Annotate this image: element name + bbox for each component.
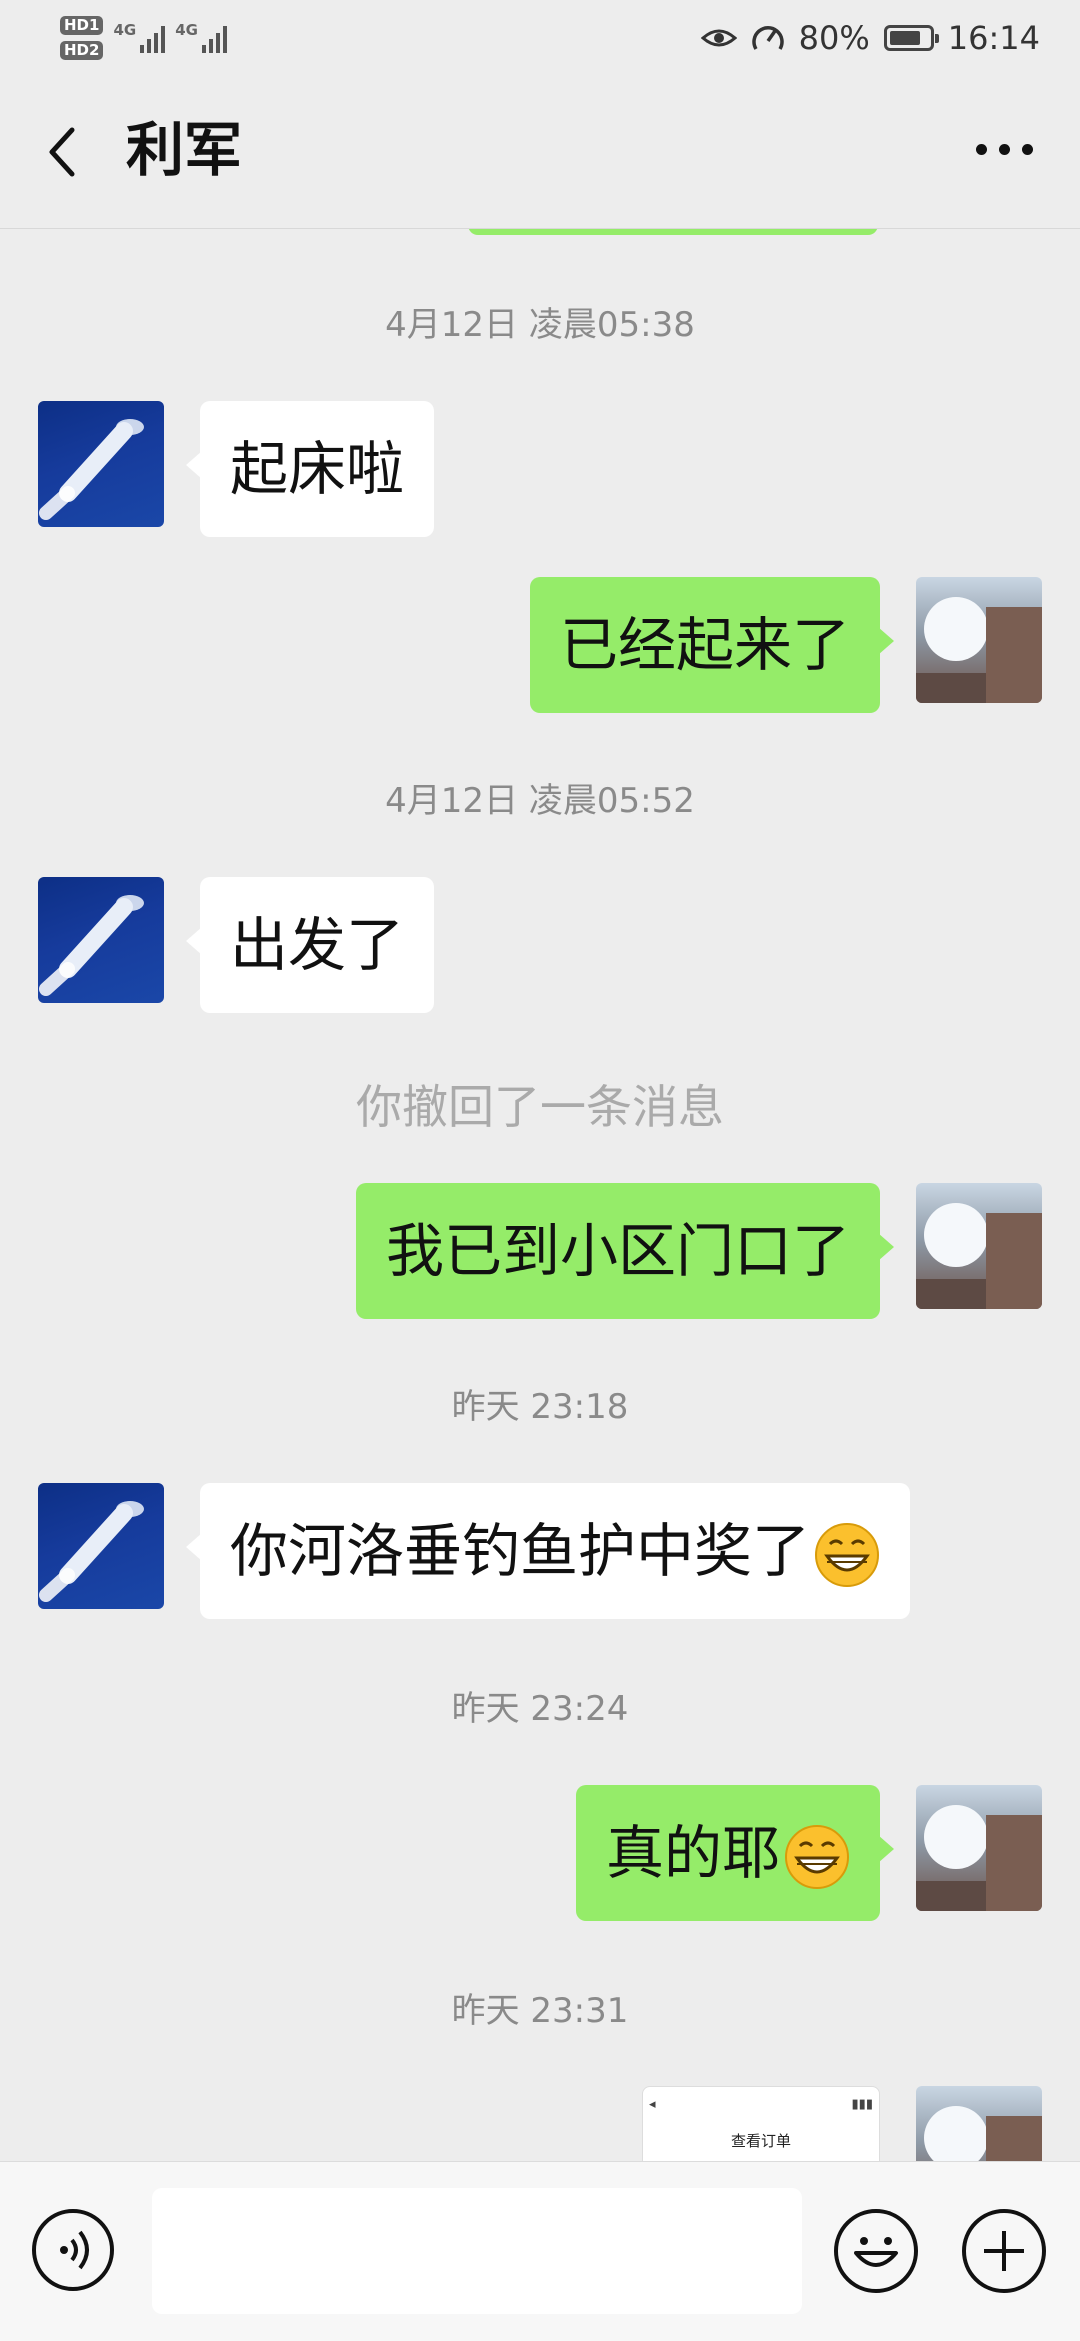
timestamp: 4月12日 凌晨05:38 <box>385 305 695 345</box>
image-caption: 查看订单 <box>730 2132 791 2150</box>
battery-percent: 80% <box>798 19 870 57</box>
signal-bars-icon <box>140 23 166 53</box>
outgoing-message[interactable]: 已经起来了 <box>529 577 895 713</box>
timestamp: 昨天 23:18 <box>451 1387 629 1427</box>
incoming-message[interactable]: 你河洛垂钓鱼护中奖了 <box>185 1483 911 1619</box>
friend-avatar[interactable] <box>38 1483 164 1609</box>
message-input[interactable] <box>152 2188 802 2314</box>
back-arrow-icon[interactable] <box>40 122 90 182</box>
friend-avatar[interactable] <box>38 877 164 1003</box>
incoming-message[interactable]: 出发了 <box>185 877 435 1013</box>
my-avatar[interactable] <box>916 1183 1042 1309</box>
previous-message-bubble[interactable] <box>468 229 878 235</box>
my-avatar[interactable] <box>916 2086 1042 2161</box>
more-dots-icon[interactable] <box>970 130 1040 170</box>
image-message[interactable]: ◂ ▮▮▮ 查看订单 <box>642 2086 880 2161</box>
chat-title: 利军 <box>126 116 243 184</box>
message-list[interactable]: 4月12日 凌晨05:38 起床啦 已经起来了 4月12日 凌晨05:52 出发… <box>0 229 1080 2161</box>
timestamp: 4月12日 凌晨05:52 <box>385 781 695 821</box>
grin-emoji-icon <box>815 1522 880 1587</box>
friend-avatar[interactable] <box>38 401 164 527</box>
battery-icon <box>883 25 939 51</box>
input-bar <box>0 2161 1080 2341</box>
hd2-badge: HD2 <box>60 41 104 60</box>
grin-emoji-icon <box>785 1824 849 1889</box>
speed-icon <box>751 26 784 50</box>
timestamp: 昨天 23:24 <box>451 1689 629 1729</box>
my-avatar[interactable] <box>916 577 1042 703</box>
hd1-badge: HD1 <box>60 16 104 35</box>
emoji-icon[interactable] <box>834 2209 918 2293</box>
my-avatar[interactable] <box>916 1785 1042 1911</box>
chat-header: 利军 <box>0 72 1080 229</box>
outgoing-message[interactable]: 真的耶 <box>575 1785 895 1921</box>
signal-2: 4G <box>175 21 227 53</box>
timestamp: 昨天 23:31 <box>451 1991 629 2031</box>
signal-indicators: HD1 HD2 4G 4G <box>60 8 227 68</box>
voice-icon[interactable] <box>32 2209 114 2291</box>
status-bar: HD1 HD2 4G 4G 80% 16:14 <box>0 0 1080 72</box>
incoming-message[interactable]: 起床啦 <box>185 401 435 537</box>
eye-icon <box>700 29 737 47</box>
signal-1: 4G <box>113 21 166 53</box>
message-text: 你河洛垂钓鱼护中奖了 <box>230 1517 811 1585</box>
outgoing-message[interactable]: 我已到小区门口了 <box>355 1183 895 1319</box>
recalled-notice: 你撤回了一条消息 <box>356 1080 724 1134</box>
clock: 16:14 <box>947 19 1040 57</box>
message-text: 真的耶 <box>605 1819 780 1887</box>
signal-bars-icon <box>201 23 227 53</box>
plus-icon[interactable] <box>962 2209 1046 2293</box>
